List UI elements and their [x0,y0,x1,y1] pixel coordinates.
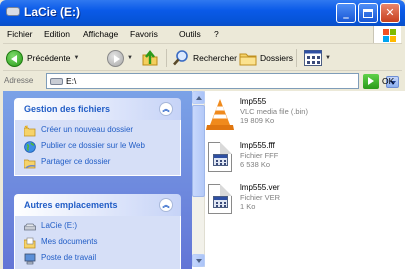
file-size: 6 538 Ko [240,160,271,169]
drive-icon [50,78,63,85]
back-arrow-icon [6,49,23,67]
forward-arrow-icon [107,49,124,67]
file-type: Fichier FFF [240,151,279,160]
task-pane: Gestion des fichiers ︽ Créer un nouveau … [3,91,192,269]
menu-edition[interactable]: Edition [44,29,70,39]
place-my-documents[interactable]: Mes documents [24,237,180,249]
back-button[interactable]: Précédente ▼ [6,49,79,67]
go-arrow-icon [363,73,379,89]
menu-help[interactable]: ? [214,29,219,39]
search-label: Rechercher [193,53,237,63]
search-icon [173,50,188,66]
up-folder-button[interactable] [141,49,159,67]
place-label: LaCie (E:) [41,221,78,230]
file-type: Fichier VER [240,193,281,202]
maximize-icon [363,9,373,18]
up-folder-icon [142,50,158,66]
toolbar-separator [296,49,297,67]
task-new-folder[interactable]: Créer un nouveau dossier [24,125,180,137]
other-places-panel: Autres emplacements ︽ LaCie (E:) Mes doc… [14,194,181,269]
go-button[interactable]: OK [363,73,394,89]
windows-logo-icon [373,26,401,43]
address-value: E:\ [66,76,77,86]
minimize-button[interactable]: _ [336,3,356,23]
place-label: Mes documents [41,237,98,246]
maximize-button[interactable] [358,3,378,23]
drive-icon [24,223,36,231]
collapse-icon[interactable]: ︽ [159,198,173,212]
drive-icon [6,7,20,16]
file-size: 1 Ko [240,202,256,211]
address-bar: Adresse E:\ OK [3,72,402,90]
computer-icon [24,253,36,265]
chevron-down-icon[interactable]: ▼ [73,55,79,61]
file-type: VLC media file (.bin) [240,107,308,116]
folders-button[interactable]: Dossiers [239,49,293,67]
documents-folder-icon [24,237,36,249]
title-bar[interactable]: LaCie (E:) _ ✕ [0,0,405,26]
close-button[interactable]: ✕ [380,3,400,23]
task-publish-web[interactable]: Publier ce dossier sur le Web [24,141,180,153]
vlc-cone-icon [206,99,234,130]
other-places-header[interactable]: Autres emplacements ︽ [14,194,181,216]
collapse-icon[interactable]: ︽ [159,102,173,116]
file-size: 19 809 Ko [240,116,275,125]
explorer-window: LaCie (E:) _ ✕ Fichier Edition Affichage… [0,0,405,269]
menu-bar: Fichier Edition Affichage Favoris Outils… [3,26,402,44]
generic-file-icon [204,183,236,219]
file-tasks-header[interactable]: Gestion des fichiers ︽ [14,98,181,120]
file-tasks-title: Gestion des fichiers [24,104,111,114]
menu-outils[interactable]: Outils [179,29,201,39]
file-list-pane: lmp555 VLC media file (.bin) 19 809 Ko l… [192,91,405,269]
back-label: Précédente [27,53,71,63]
file-name: lmp555.fff [240,141,275,150]
file-tasks-panel: Gestion des fichiers ︽ Créer un nouveau … [14,98,181,176]
scroll-down-button[interactable] [192,254,205,267]
chevron-down-icon[interactable]: ▼ [127,55,133,61]
toolbar-separator [166,49,167,67]
folder-icon [239,53,257,66]
place-label: Poste de travail [41,253,97,262]
file-item[interactable]: lmp555.ver Fichier VER 1 Ko [204,183,404,221]
file-name: lmp555 [240,97,267,106]
share-folder-icon [24,159,36,169]
forward-button[interactable]: ▼ [107,49,133,67]
address-input[interactable]: E:\ [46,73,399,89]
menu-favoris[interactable]: Favoris [130,29,158,39]
task-label: Publier ce dossier sur le Web [41,141,145,150]
globe-icon [24,141,36,153]
task-label: Créer un nouveau dossier [41,125,134,134]
menu-affichage[interactable]: Affichage [83,29,118,39]
window-title: LaCie (E:) [24,5,81,19]
views-button[interactable]: ▼ [304,49,331,67]
generic-file-icon [204,141,236,177]
other-places-body: LaCie (E:) Mes documents Poste de travai… [14,216,181,269]
views-icon [304,50,322,66]
address-label: Adresse [4,76,34,85]
search-button[interactable]: Rechercher [172,49,237,67]
place-my-computer[interactable]: Poste de travail [24,253,180,265]
place-lacie-drive[interactable]: LaCie (E:) [24,221,180,233]
toolbar: Précédente ▼ ▼ Rechercher Dossiers ▼ [3,45,402,71]
file-item[interactable]: lmp555.fff Fichier FFF 6 538 Ko [204,141,404,179]
folders-label: Dossiers [260,53,294,63]
chevron-down-icon[interactable]: ▼ [325,55,331,61]
task-label: Partager ce dossier [41,157,111,166]
file-item[interactable]: lmp555 VLC media file (.bin) 19 809 Ko [204,97,404,135]
file-name: lmp555.ver [240,183,280,192]
other-places-title: Autres emplacements [24,200,118,210]
file-tasks-body: Créer un nouveau dossier Publier ce doss… [14,120,181,176]
menu-fichier[interactable]: Fichier [7,29,33,39]
new-folder-icon [24,125,36,137]
go-label: OK [382,76,395,86]
task-share-folder[interactable]: Partager ce dossier [24,157,180,169]
